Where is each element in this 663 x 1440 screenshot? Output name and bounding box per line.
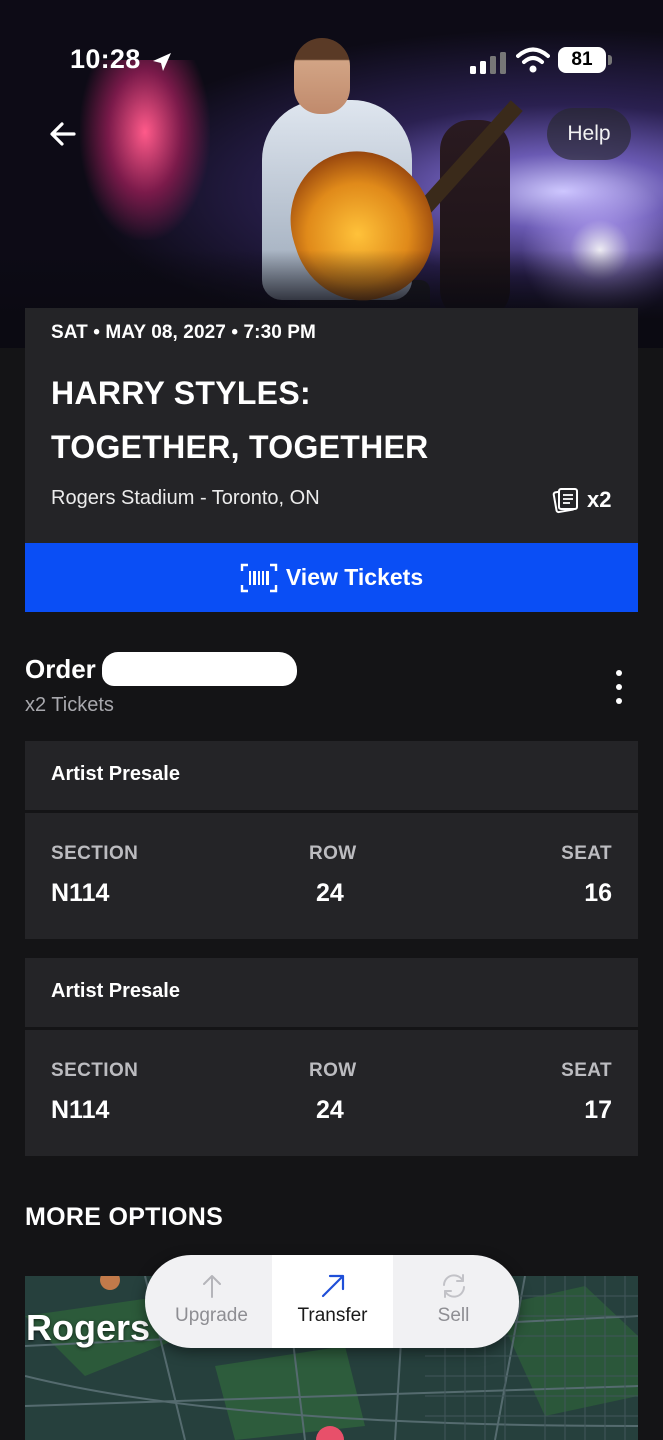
redacted-order-number bbox=[102, 652, 297, 686]
help-button[interactable]: Help bbox=[547, 108, 631, 160]
sell-label: Sell bbox=[437, 1305, 470, 1326]
map-venue-label: Rogers bbox=[26, 1307, 151, 1348]
presale-label: Artist Presale bbox=[51, 763, 180, 785]
wifi-icon bbox=[516, 47, 550, 73]
presale-label: Artist Presale bbox=[51, 980, 180, 1002]
ticket-presale-header: Artist Presale bbox=[25, 741, 638, 810]
ticket-presale-header: Artist Presale bbox=[25, 958, 638, 1027]
order-more-menu-icon[interactable] bbox=[604, 670, 634, 704]
upgrade-arrow-icon bbox=[202, 1275, 221, 1298]
sell-refresh-icon bbox=[442, 1274, 465, 1298]
transfer-label: Transfer bbox=[297, 1305, 368, 1326]
barcode-icon bbox=[240, 563, 278, 592]
ticket-count-text: x2 bbox=[587, 487, 612, 512]
event-date: SAT • MAY 08, 2027 • 7:30 PM bbox=[51, 322, 316, 343]
upgrade-button[interactable]: Upgrade bbox=[151, 1255, 272, 1348]
ticket-seat-info[interactable]: SECTION ROW SEAT N114 24 17 bbox=[25, 1030, 638, 1156]
seat-label: SEAT bbox=[561, 843, 612, 864]
transfer-button[interactable]: Transfer bbox=[272, 1255, 393, 1348]
event-venue: Rogers Stadium - Toronto, ON bbox=[51, 487, 320, 509]
section-label: SECTION bbox=[51, 843, 139, 864]
row-value: 24 bbox=[316, 1096, 344, 1124]
location-arrow-icon bbox=[153, 53, 171, 71]
order-ticket-count: x2 Tickets bbox=[25, 694, 114, 716]
view-tickets-label: View Tickets bbox=[285, 564, 424, 590]
ticket-count-badge: x2 bbox=[551, 485, 611, 515]
row-label: ROW bbox=[309, 843, 357, 864]
view-tickets-button[interactable]: View Tickets bbox=[25, 543, 638, 612]
cellular-signal-icon bbox=[470, 52, 506, 74]
event-title-line-1: HARRY STYLES: bbox=[51, 375, 311, 411]
section-value: N114 bbox=[51, 1096, 110, 1124]
sell-button[interactable]: Sell bbox=[393, 1255, 514, 1348]
status-bar: 10:28 81 bbox=[0, 0, 663, 110]
back-arrow-icon[interactable] bbox=[42, 112, 86, 156]
seat-value: 17 bbox=[584, 1096, 612, 1124]
row-value: 24 bbox=[316, 879, 344, 907]
section-label: SECTION bbox=[51, 1060, 139, 1081]
status-time: 10:28 bbox=[70, 44, 141, 74]
event-title: HARRY STYLES: TOGETHER, TOGETHER bbox=[51, 366, 429, 474]
upgrade-label: Upgrade bbox=[175, 1305, 248, 1326]
seat-value: 16 bbox=[584, 879, 612, 907]
event-title-line-2: TOGETHER, TOGETHER bbox=[51, 429, 429, 465]
battery-indicator: 81 bbox=[558, 47, 612, 73]
order-title: Order bbox=[25, 654, 96, 684]
transfer-arrow-icon bbox=[321, 1274, 344, 1298]
seat-label: SEAT bbox=[561, 1060, 612, 1081]
more-options-heading: MORE OPTIONS bbox=[25, 1203, 224, 1231]
section-value: N114 bbox=[51, 879, 110, 907]
row-label: ROW bbox=[309, 1060, 357, 1081]
ticket-stack-icon bbox=[552, 488, 578, 514]
ticket-seat-info[interactable]: SECTION ROW SEAT N114 24 16 bbox=[25, 813, 638, 939]
ticket-action-bar: Upgrade Transfer Sell bbox=[145, 1255, 519, 1348]
